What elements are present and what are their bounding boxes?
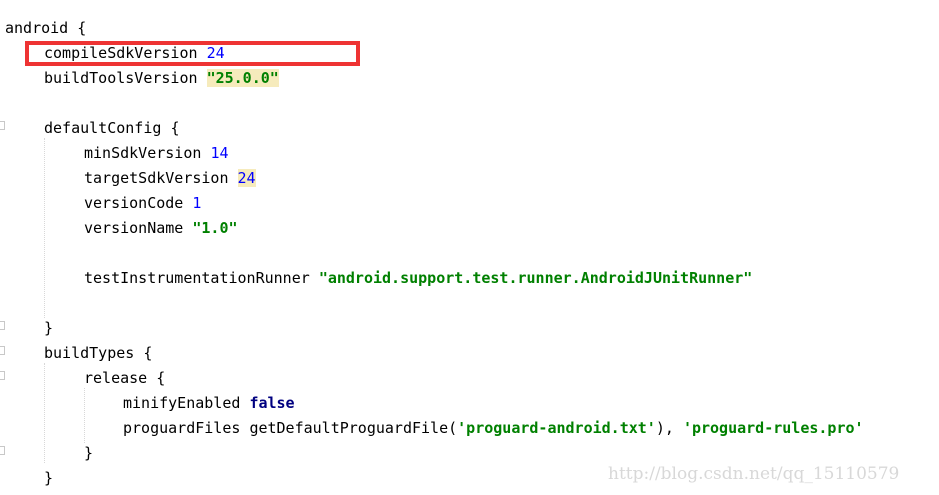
code-brace: { bbox=[156, 369, 166, 387]
code-key: defaultConfig bbox=[44, 119, 162, 137]
code-text: } bbox=[44, 319, 54, 337]
code-text: } bbox=[44, 469, 54, 487]
code-key: minSdkVersion bbox=[84, 144, 202, 162]
code-line-build-tools-version[interactable]: buildToolsVersion "25.0.0" bbox=[5, 68, 279, 88]
code-text: android { bbox=[5, 19, 87, 37]
code-key: minifyEnabled bbox=[123, 394, 241, 412]
code-line-version-code[interactable]: versionCode 1 bbox=[5, 193, 201, 213]
code-number: 24 bbox=[237, 169, 256, 187]
code-brace: { bbox=[170, 119, 180, 137]
code-number: 1 bbox=[192, 194, 202, 212]
code-line-test-instrumentation-runner[interactable]: testInstrumentationRunner "android.suppo… bbox=[5, 268, 752, 288]
annotation-highlight-box bbox=[25, 41, 360, 66]
code-line-minify-enabled[interactable]: minifyEnabled false bbox=[5, 393, 295, 413]
code-editor[interactable]: android { compileSdkVersion 24 buildTool… bbox=[0, 0, 939, 495]
code-line-build-types[interactable]: buildTypes { bbox=[5, 343, 152, 363]
code-string: 'proguard-rules.pro' bbox=[682, 419, 864, 437]
code-string: "android.support.test.runner.AndroidJUni… bbox=[318, 269, 753, 287]
watermark-text: http://blog.csdn.net/qq_15110579 bbox=[608, 464, 900, 484]
code-key: proguardFiles bbox=[123, 419, 241, 437]
code-string: "25.0.0" bbox=[206, 69, 279, 87]
code-key: testInstrumentationRunner bbox=[84, 269, 310, 287]
code-number: 14 bbox=[210, 144, 229, 162]
code-key: release bbox=[84, 369, 148, 387]
code-key: targetSdkVersion bbox=[84, 169, 229, 187]
code-call: getDefaultProguardFile( bbox=[249, 419, 458, 437]
code-key: versionCode bbox=[84, 194, 184, 212]
code-line-close-brace[interactable]: } bbox=[5, 468, 53, 488]
code-line-android-block[interactable]: android { bbox=[5, 18, 86, 38]
code-brace: { bbox=[143, 344, 153, 362]
code-line-close-brace[interactable]: } bbox=[5, 318, 53, 338]
code-line-default-config[interactable]: defaultConfig { bbox=[5, 118, 179, 138]
code-key: buildTypes bbox=[44, 344, 135, 362]
code-line-target-sdk-version[interactable]: targetSdkVersion 24 bbox=[5, 168, 256, 188]
code-line-close-brace[interactable]: } bbox=[5, 443, 93, 463]
code-text: } bbox=[84, 444, 94, 462]
code-line-proguard-files[interactable]: proguardFiles getDefaultProguardFile('pr… bbox=[5, 418, 864, 438]
code-string: 'proguard-android.txt' bbox=[457, 419, 656, 437]
code-line-min-sdk-version[interactable]: minSdkVersion 14 bbox=[5, 143, 229, 163]
code-separator: ), bbox=[655, 419, 683, 437]
code-key: versionName bbox=[84, 219, 184, 237]
code-line-release[interactable]: release { bbox=[5, 368, 165, 388]
code-line-version-name[interactable]: versionName "1.0" bbox=[5, 218, 238, 238]
code-keyword: false bbox=[249, 394, 295, 412]
code-key: buildToolsVersion bbox=[44, 69, 198, 87]
code-string: "1.0" bbox=[192, 219, 238, 237]
